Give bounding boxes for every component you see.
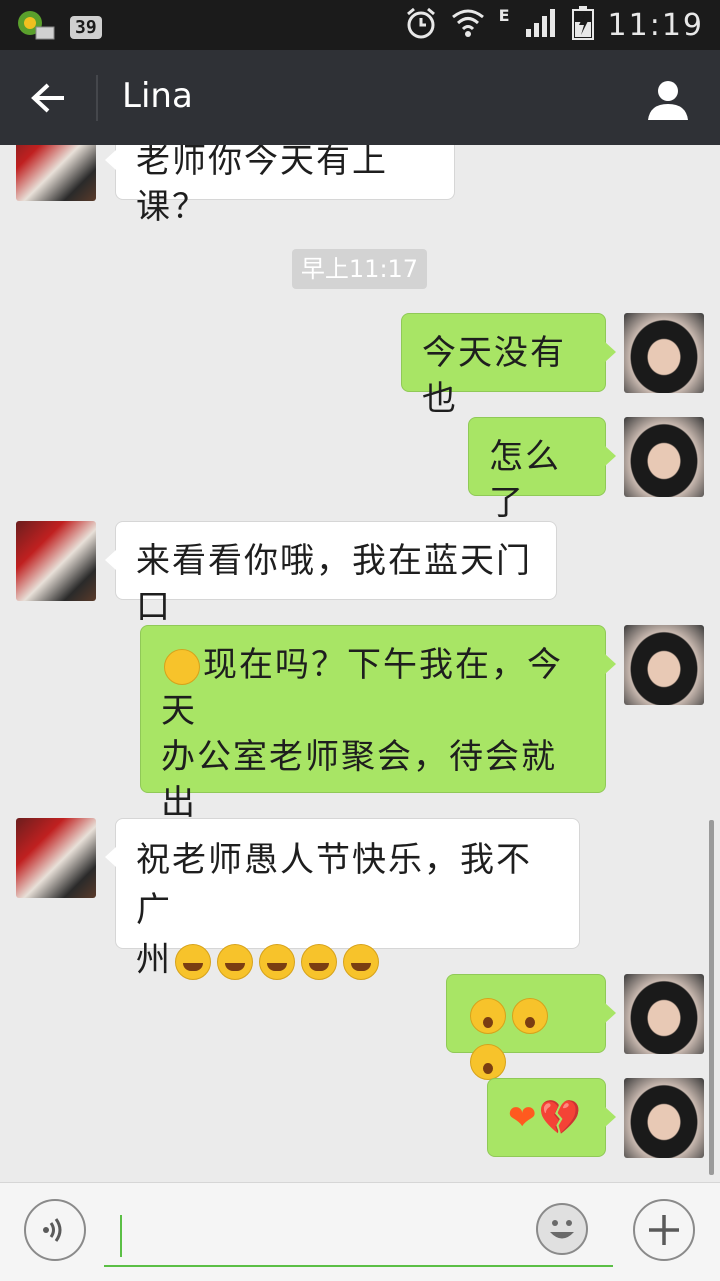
my-avatar[interactable] (624, 974, 704, 1054)
back-button[interactable] (22, 72, 74, 124)
my-avatar[interactable] (624, 625, 704, 705)
message-text: 今天没有也 (422, 333, 566, 419)
message-bubble[interactable]: ❤💔 (487, 1078, 616, 1157)
contact-avatar[interactable] (16, 145, 96, 201)
header-divider (96, 75, 98, 121)
message-text: 州 (136, 940, 172, 980)
my-avatar[interactable] (624, 1078, 704, 1158)
my-avatar[interactable] (624, 313, 704, 393)
grin-emoji-icon (259, 943, 295, 980)
message-text: 来看看你哦，我在蓝天门口 (136, 541, 532, 627)
wifi-icon (451, 7, 485, 43)
app-notification-icon (16, 9, 56, 45)
thinking-emoji-icon (164, 648, 200, 685)
battery-icon (571, 6, 594, 44)
grin-emoji-icon (175, 943, 211, 980)
message-list[interactable]: 老师你今天有上课？ 早上11:17 今天没有也 怎么了 来看看你哦，我在蓝天门口… (0, 145, 720, 1180)
plus-icon (649, 1215, 679, 1245)
shocked-emoji-icon (470, 997, 506, 1034)
contact-profile-button[interactable] (642, 74, 694, 126)
status-bar: 39 E 11:19 (0, 0, 720, 50)
clock: 11:19 (607, 7, 704, 43)
chat-header: Lina (0, 50, 720, 145)
message-bubble[interactable]: 祝老师愚人节快乐，我不广 州 (105, 818, 580, 980)
shocked-emoji-icon (512, 997, 548, 1034)
person-icon (648, 81, 688, 120)
message-text: 老师你今天有上课？ (136, 145, 388, 227)
scrollbar[interactable] (709, 820, 714, 1175)
notification-badge: 39 (70, 15, 102, 39)
time-divider: 早上11:17 (292, 249, 427, 289)
back-arrow-icon (31, 83, 64, 113)
message-bubble[interactable]: 现在吗？下午我在，今天 办公室老师聚会，待会就出 去了 (140, 625, 616, 869)
network-type: E (498, 6, 510, 25)
message-text: 怎么了 (489, 437, 561, 523)
chat-title: Lina (122, 76, 193, 116)
grin-emoji-icon (343, 943, 379, 980)
message-bubble[interactable]: 来看看你哦，我在蓝天门口 (105, 521, 557, 627)
contact-avatar[interactable] (16, 521, 96, 601)
heart-icon: ❤ (508, 1098, 539, 1138)
contact-avatar[interactable] (16, 818, 96, 898)
grin-emoji-icon (301, 943, 337, 980)
message-text: 祝老师愚人节快乐，我不广 (136, 840, 532, 930)
voice-wave-icon (43, 1218, 62, 1242)
message-bubble[interactable]: 老师你今天有上课？ (105, 145, 455, 227)
message-text: 办公室老师聚会，待会就出 (161, 737, 557, 823)
voice-input-button[interactable] (24, 1199, 86, 1261)
message-bubble[interactable] (446, 974, 616, 1080)
shocked-emoji-icon (470, 1043, 506, 1080)
input-bar (0, 1182, 720, 1281)
text-cursor (120, 1215, 122, 1257)
message-text: 现在吗？下午我在，今天 (161, 645, 563, 731)
grin-emoji-icon (217, 943, 253, 980)
message-bubble[interactable]: 怎么了 (468, 417, 616, 523)
more-options-button[interactable] (633, 1199, 695, 1261)
alarm-icon (405, 6, 437, 44)
emoji-button[interactable] (536, 1203, 588, 1255)
message-bubble[interactable]: 今天没有也 (401, 313, 616, 419)
smiley-icon (550, 1220, 574, 1239)
my-avatar[interactable] (624, 417, 704, 497)
signal-icon (524, 7, 558, 43)
broken-heart-icon: 💔 (538, 1098, 583, 1138)
